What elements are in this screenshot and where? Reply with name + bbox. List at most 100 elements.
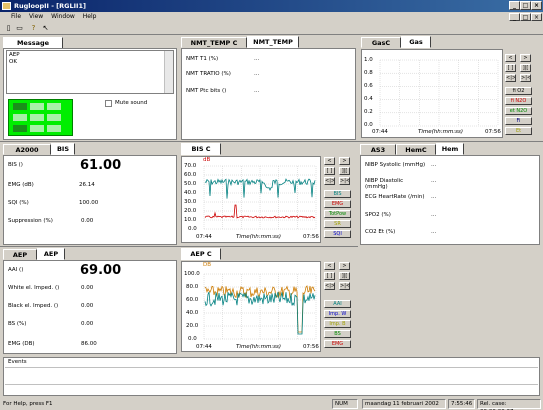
series-fio2-button[interactable]: fi O2	[505, 87, 532, 95]
nibp-sys-label: NIBP Systolic (mmHg)	[365, 162, 426, 168]
co2-value: ...	[431, 229, 437, 235]
pan-left-button[interactable]: <|>	[505, 74, 516, 82]
nibp-sys-value: ...	[431, 162, 437, 168]
pan-left-button[interactable]: <|>	[324, 177, 335, 185]
series-aai-button[interactable]: AAI	[324, 300, 351, 308]
scroll-right-button[interactable]: >	[339, 157, 350, 165]
tab-gasc[interactable]: GasC	[361, 37, 401, 48]
white-imped-label: White el. Imped. ()	[8, 285, 60, 291]
series-imp-b-button[interactable]: Imp. B	[324, 320, 351, 328]
gas-chart: 1.0 0.8 0.6 0.4 0.2 0.0 07:44 Time(hh:mm…	[361, 49, 503, 138]
bis-ytick: 70.0	[184, 163, 197, 169]
series-emg-button[interactable]: EMG	[324, 200, 351, 208]
zoom-out-button[interactable]: ]|[	[520, 64, 531, 72]
row-divider	[0, 141, 543, 142]
gas-ytick: 0.4	[364, 96, 373, 102]
menu-window[interactable]: Window	[51, 13, 75, 20]
aep-chart-panel: DB 100.0 80.0 60.0 40.0 20.0 0.0 07:44 T…	[181, 260, 356, 354]
tab-bis-c[interactable]: BIS C	[181, 143, 221, 155]
series-sqi-button[interactable]: SQI	[324, 230, 351, 238]
tab-hemc[interactable]: HemC	[396, 144, 436, 155]
events-label: Events	[8, 359, 27, 365]
series-totpow-button[interactable]: TotPow	[324, 210, 351, 218]
aep-emg-value: 86.00	[81, 341, 97, 347]
sqi-label: SQI (%)	[8, 200, 29, 206]
zoom-in-button[interactable]: [ ]	[324, 272, 335, 280]
minimize-button[interactable]: _	[509, 1, 520, 10]
tab-nmt-temp[interactable]: NMT_TEMP	[247, 36, 299, 48]
bs-label: BS (%)	[8, 321, 27, 327]
aep-ytick: 80.0	[186, 284, 199, 290]
pan-left-button[interactable]: <|>	[324, 282, 335, 290]
bis-unit: dB	[203, 157, 211, 163]
zoom-out-button[interactable]: ]|[	[339, 167, 350, 175]
tab-a2000[interactable]: A2000	[3, 144, 51, 155]
close-button[interactable]: ×	[531, 1, 542, 10]
tab-aep-b[interactable]: AEP	[37, 248, 65, 260]
series-bs-button[interactable]: BS	[324, 330, 351, 338]
maximize-button[interactable]: □	[520, 1, 531, 10]
bis-ytick: 20.0	[184, 208, 197, 214]
series-bis-button[interactable]: BIS	[324, 190, 351, 198]
suppression-value: 0.00	[81, 218, 94, 224]
gas-panel: 1.0 0.8 0.6 0.4 0.2 0.0 07:44 Time(hh:mm…	[360, 48, 540, 140]
mdi-minimize-button[interactable]: _	[509, 13, 520, 21]
pan-right-button[interactable]: >|<	[520, 74, 531, 82]
zoom-in-button[interactable]: [ ]	[324, 167, 335, 175]
bis-ytick: 40.0	[184, 190, 197, 196]
message-line: OK	[9, 59, 17, 65]
gas-ytick: 0.8	[364, 70, 373, 76]
window-title: RugloopII - [RGLII1]	[14, 2, 86, 10]
nmt-ptc-value: ...	[254, 88, 260, 94]
context-help-icon[interactable]: ↖	[41, 24, 50, 33]
message-scrollbar[interactable]	[164, 51, 173, 93]
gas-chart-svg	[379, 59, 499, 127]
mute-checkbox[interactable]	[105, 100, 112, 107]
tab-as3[interactable]: AS3	[360, 144, 396, 155]
status-indicator	[8, 99, 73, 136]
zoom-in-button[interactable]: [ ]	[505, 64, 516, 72]
tab-aep-c[interactable]: AEP C	[181, 248, 221, 260]
series-sr-button[interactable]: SR	[324, 220, 351, 228]
aep-ytick: 0.0	[188, 336, 197, 342]
scroll-up-button[interactable]: <	[505, 54, 516, 62]
title-bar: RugloopII - [RGLII1] _ □ ×	[0, 0, 543, 12]
tab-bis[interactable]: BIS	[51, 143, 75, 155]
menu-help[interactable]: Help	[83, 13, 97, 20]
menu-file[interactable]: File	[11, 13, 21, 20]
tab-aep-a[interactable]: AEP	[3, 249, 37, 260]
aep-ytick: 60.0	[186, 297, 199, 303]
toolbar: ▯ ▭ ? ↖	[0, 22, 543, 35]
series-etn2o-button[interactable]: et N2O	[505, 107, 532, 115]
app-icon	[2, 2, 11, 10]
tab-hem[interactable]: Hem	[436, 143, 464, 155]
open-icon[interactable]: ▭	[15, 24, 24, 33]
message-list: AEP OK	[6, 50, 174, 94]
series-imp-w-button[interactable]: Imp. W	[324, 310, 351, 318]
mdi-restore-button[interactable]: □	[520, 13, 531, 21]
status-num: NUM	[332, 399, 358, 409]
scroll-right-button[interactable]: >	[339, 262, 350, 270]
aep-x-start: 07:44	[196, 344, 212, 350]
new-icon[interactable]: ▯	[4, 24, 13, 33]
series-et-button[interactable]: Et	[505, 127, 532, 135]
scroll-up-button[interactable]: <	[324, 157, 335, 165]
scroll-right-button[interactable]: >	[520, 54, 531, 62]
zoom-out-button[interactable]: ]|[	[339, 272, 350, 280]
help-icon[interactable]: ?	[29, 24, 38, 33]
bis-chart-panel: dB 70.0 60.0 50.0 40.0 30.0 20.0 10.0 0.…	[181, 155, 356, 245]
scroll-up-button[interactable]: <	[324, 262, 335, 270]
mdi-close-button[interactable]: ×	[531, 13, 542, 21]
tab-gas[interactable]: Gas	[401, 36, 431, 48]
pan-right-button[interactable]: >|<	[339, 177, 350, 185]
tab-nmt-temp-c[interactable]: NMT_TEMP C	[181, 37, 247, 48]
series-fi-button[interactable]: Fi	[505, 117, 532, 125]
message-line: AEP	[9, 52, 20, 58]
bis-ytick: 60.0	[184, 172, 197, 178]
series-emg-button[interactable]: EMG	[324, 340, 351, 348]
pan-right-button[interactable]: >|<	[339, 282, 350, 290]
series-fin2o-button[interactable]: fi N2O	[505, 97, 532, 105]
aep-x-label: Time(hh:mm:ss)	[236, 344, 282, 350]
status-date: maandag 11 februari 2002	[362, 399, 446, 409]
menu-view[interactable]: View	[29, 13, 43, 20]
